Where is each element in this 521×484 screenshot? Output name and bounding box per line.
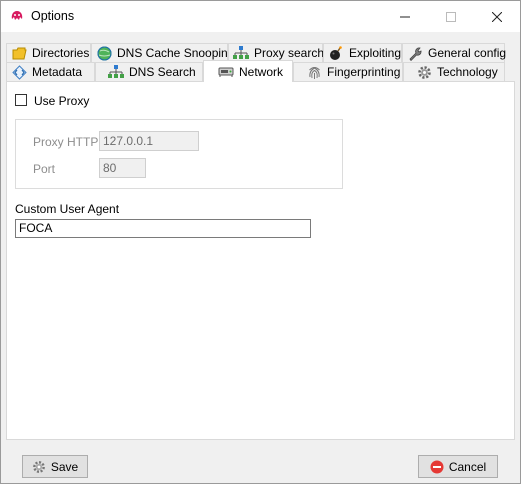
maximize-icon: [446, 11, 456, 22]
custom-user-agent-input[interactable]: FOCA: [15, 219, 311, 238]
use-proxy-checkbox[interactable]: [15, 94, 27, 106]
metadata-icon: [11, 64, 27, 80]
tab-dns-search[interactable]: DNS Search: [95, 62, 203, 81]
proxy-group: Proxy HTTP 127.0.0.1 Port 80: [15, 119, 343, 189]
network-panel: Use Proxy Proxy HTTP 127.0.0.1 Port 80 C…: [6, 81, 515, 440]
tab-strip: Directories DNS Cache Snooping Proxy sea…: [1, 32, 520, 82]
title-bar: Options: [1, 1, 520, 32]
fingerprint-icon: [306, 64, 322, 80]
gear-icon: [32, 460, 46, 474]
tab-metadata[interactable]: Metadata: [6, 62, 95, 81]
cancel-button[interactable]: Cancel: [418, 455, 498, 478]
window-title: Options: [31, 9, 75, 23]
app-icon: [10, 9, 24, 23]
close-button[interactable]: [474, 1, 520, 32]
tab-network[interactable]: Network: [203, 60, 293, 82]
folder-icon: [11, 45, 27, 61]
port-label: Port: [33, 162, 56, 176]
proxy-http-label: Proxy HTTP: [33, 135, 99, 149]
wrench-icon: [407, 45, 423, 61]
tab-exploiting[interactable]: Exploiting: [323, 43, 402, 62]
network-tree-icon: [108, 64, 124, 80]
options-window: Options Directories DNS Cache Snooping P…: [0, 0, 521, 484]
save-button[interactable]: Save: [22, 455, 88, 478]
proxy-http-input[interactable]: 127.0.0.1: [99, 131, 199, 151]
minimize-icon: [400, 16, 410, 17]
custom-user-agent-label: Custom User Agent: [15, 202, 120, 216]
maximize-button[interactable]: [428, 1, 474, 32]
tab-directories[interactable]: Directories: [6, 43, 91, 62]
globe-icon: [96, 45, 112, 61]
port-input[interactable]: 80: [99, 158, 146, 178]
network-tree-icon: [233, 45, 249, 61]
minimize-button[interactable]: [382, 1, 428, 32]
network-device-icon: [218, 64, 234, 80]
tab-fingerprinting[interactable]: Fingerprinting: [293, 62, 403, 81]
gear-icon: [416, 64, 432, 80]
tab-technology[interactable]: Technology: [403, 62, 505, 81]
use-proxy-label[interactable]: Use Proxy: [34, 94, 89, 108]
tab-general-config[interactable]: General config: [402, 43, 506, 62]
close-icon: [492, 11, 502, 22]
bomb-icon: [328, 45, 344, 61]
cancel-icon: [430, 460, 444, 474]
